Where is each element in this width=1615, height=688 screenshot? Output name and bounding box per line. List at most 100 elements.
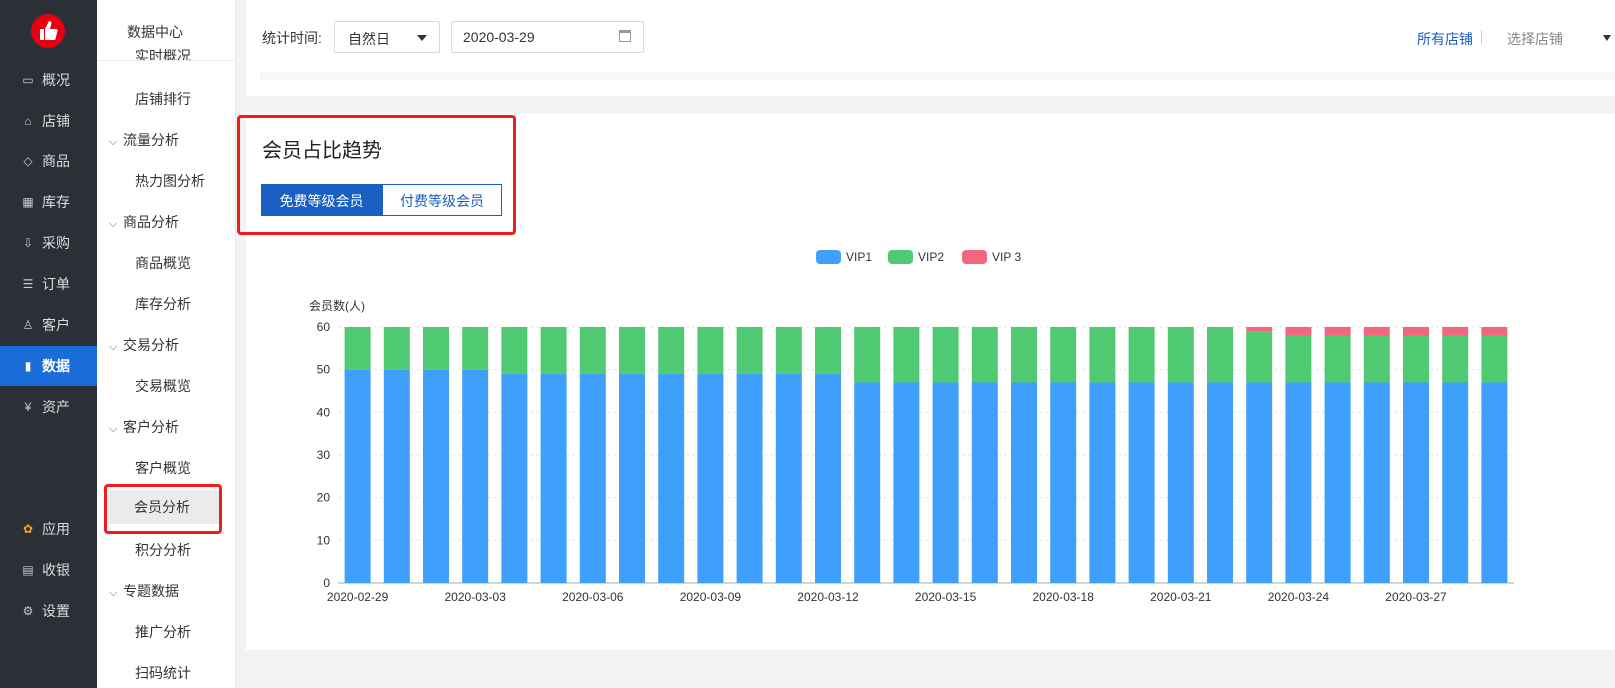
gear-icon: ⚙ (22, 604, 34, 618)
sub-item-5[interactable]: 库存分析 (135, 294, 191, 314)
bar-vip2-2020-03-01 (383, 327, 410, 370)
tag-icon: ◇ (23, 154, 33, 168)
x-tick-label-2020-03-15: 2020-03-15 (915, 590, 977, 604)
legend-label-1: VIP2 (918, 250, 944, 264)
y-tick-label-0: 0 (323, 576, 330, 590)
bar-vip2-2020-03-17 (1011, 327, 1037, 383)
date-picker[interactable]: 2020-03-29 (451, 21, 644, 53)
sub-item-clipped[interactable]: 实时概况 (135, 47, 191, 60)
nav-item-7[interactable]: ▮ 数据 (0, 346, 97, 386)
bar-vip2-2020-03-21 (1167, 327, 1194, 383)
bar-vip3-2020-03-26 (1363, 327, 1390, 336)
bar-vip1-2020-03-01 (383, 369, 410, 583)
nav-item-5[interactable]: ☰ 订单 (0, 264, 97, 304)
all-stores-link[interactable]: 所有店铺 (1417, 29, 1473, 49)
bar-vip2-2020-03-13 (854, 327, 881, 383)
bar-vip2-2020-03-03 (462, 327, 489, 370)
period-value: 自然日 (348, 31, 390, 47)
nav-item-2[interactable]: ◇ 商品 (0, 141, 97, 181)
nav-item-label: 商品 (42, 153, 70, 169)
bar-vip1-2020-03-04 (501, 373, 528, 583)
select-store-dropdown[interactable]: 选择店铺 (1507, 29, 1563, 49)
caret-down-icon (417, 35, 427, 41)
sub-item-2[interactable]: 热力图分析 (135, 171, 205, 191)
building-icon: ▦ (22, 195, 34, 209)
bar-vip2-2020-03-27 (1403, 335, 1429, 383)
x-tick-label-2020-03-27: 2020-03-27 (1385, 590, 1447, 604)
bar-vip2-2020-03-14 (893, 327, 920, 383)
sub-item-4[interactable]: 商品概览 (135, 253, 191, 273)
y-axis-label: 会员数(人) (309, 298, 365, 313)
x-tick-label-2020-03-18: 2020-03-18 (1033, 590, 1095, 604)
store-divider (1481, 30, 1482, 44)
x-tick-label-2020-02-29: 2020-02-29 (327, 590, 389, 604)
sub-item-0[interactable]: 店铺排行 (135, 89, 191, 109)
bar-vip1-2020-03-24 (1285, 382, 1312, 583)
main-nav: ▭ 概况 ⌂ 店铺 ◇ 商品 ▦ 库存 ⇩ 采购 ☰ 订单 ♙ 客户 ▮ 数据 ¥ 资产 ✿ 应用 ▤ 收银 ⚙ 设置 (0, 0, 97, 688)
bar-vip1-2020-03-06 (579, 373, 606, 583)
y-tick-label-60: 60 (317, 320, 331, 334)
nav-item-3[interactable]: ▦ 库存 (0, 182, 97, 222)
bar-vip1-2020-03-07 (619, 373, 645, 583)
monitor-icon: ▭ (22, 73, 34, 87)
submenu-divider (97, 60, 235, 61)
nav-item-6[interactable]: ♙ 客户 (0, 305, 97, 345)
bar-vip1-2020-03-05 (540, 373, 567, 583)
bar-vip3-2020-03-24 (1285, 327, 1312, 336)
sub-item-14[interactable]: 扫码统计 (135, 663, 191, 683)
x-tick-label-2020-03-09: 2020-03-09 (680, 590, 742, 604)
x-tick-label-2020-03-24: 2020-03-24 (1268, 590, 1330, 604)
bar-vip2-2020-03-09 (697, 327, 724, 374)
bar-vip1-2020-03-12 (815, 373, 841, 583)
x-tick-label-2020-03-03: 2020-03-03 (445, 590, 507, 604)
bar-vip1-2020-03-11 (775, 373, 802, 583)
period-select[interactable]: 自然日 (334, 21, 440, 53)
nav-bottom-item-1[interactable]: ▤ 收银 (0, 550, 97, 590)
bar-vip1-2020-03-29 (1481, 382, 1508, 583)
bar-vip1-2020-03-15 (932, 382, 959, 583)
nav-item-label: 数据 (42, 358, 70, 374)
sub-group-12[interactable]: ⌵ 专题数据 (109, 581, 179, 601)
nav-item-label: 订单 (42, 276, 70, 292)
bar-vip2-2020-03-07 (619, 327, 645, 374)
nav-item-label: 库存 (42, 194, 70, 210)
bar-vip1-2020-03-19 (1089, 382, 1116, 583)
chevron-down-icon: ⌵ (109, 218, 118, 230)
sub-item-9[interactable]: 客户概览 (135, 458, 191, 478)
bar-vip2-2020-03-25 (1324, 335, 1351, 383)
calendar-icon (619, 30, 631, 42)
nav-item-8[interactable]: ¥ 资产 (0, 387, 97, 427)
legend-swatch-2 (962, 250, 987, 264)
bar-chart-icon: ▮ (24, 359, 32, 373)
filter-bar-strip (260, 72, 1615, 80)
bar-vip2-2020-03-05 (540, 327, 567, 374)
bar-vip2-2020-03-02 (423, 327, 449, 370)
nav-item-0[interactable]: ▭ 概况 (0, 60, 97, 100)
store-icon: ⌂ (24, 114, 32, 128)
bar-vip1-2020-03-18 (1050, 382, 1077, 583)
sub-item-11[interactable]: 积分分析 (135, 540, 191, 560)
nav-item-4[interactable]: ⇩ 采购 (0, 223, 97, 263)
sub-item-10[interactable]: 会员分析 (108, 490, 220, 524)
x-tick-label-2020-03-21: 2020-03-21 (1150, 590, 1212, 604)
data-center-submenu: 数据中心 实时概况 店铺排行 ⌵ 流量分析 热力图分析 ⌵ 商品分析 商品概览 库存分析 ⌵ 交易… (97, 0, 236, 688)
y-tick-label-40: 40 (317, 405, 331, 419)
sub-group-8[interactable]: ⌵ 客户分析 (109, 417, 179, 437)
sub-group-1[interactable]: ⌵ 流量分析 (109, 130, 179, 150)
sub-group-6[interactable]: ⌵ 交易分析 (109, 335, 179, 355)
nav-item-label: 资产 (42, 399, 70, 415)
nav-bottom-item-2[interactable]: ⚙ 设置 (0, 591, 97, 631)
sub-item-13[interactable]: 推广分析 (135, 622, 191, 642)
caret-down-icon[interactable] (1603, 35, 1611, 41)
nav-bottom-item-0[interactable]: ✿ 应用 (0, 509, 97, 549)
thumbs-up-logo[interactable] (31, 14, 65, 48)
legend-swatch-0 (816, 250, 841, 264)
sub-group-3[interactable]: ⌵ 商品分析 (109, 212, 179, 232)
sub-item-7[interactable]: 交易概览 (135, 376, 191, 396)
filter-bar: 统计时间: 自然日 2020-03-29 所有店铺 选择店铺 (246, 0, 1615, 96)
date-value: 2020-03-29 (463, 29, 535, 45)
bar-vip2-2020-03-15 (932, 327, 959, 383)
bar-vip1-2020-03-02 (423, 369, 449, 583)
bar-vip1-2020-02-29 (344, 369, 371, 583)
nav-item-1[interactable]: ⌂ 店铺 (0, 101, 97, 141)
